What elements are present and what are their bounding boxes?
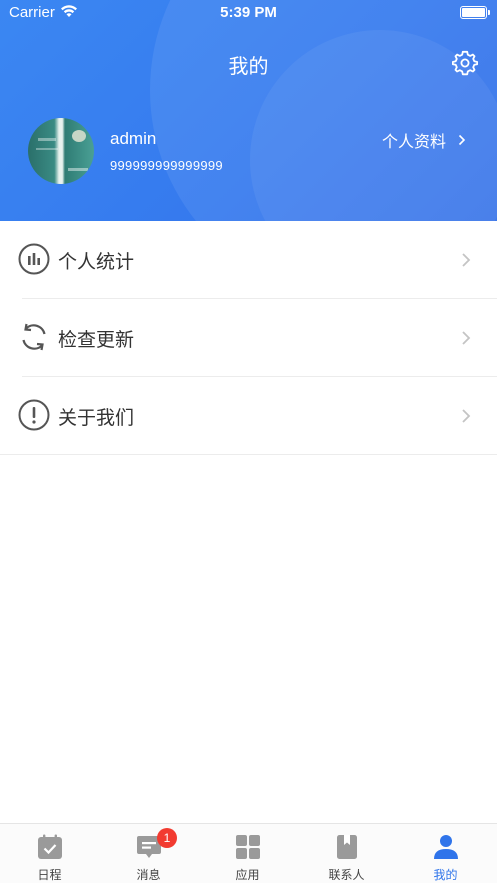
divider (0, 454, 497, 455)
tab-messages[interactable]: 1 消息 (99, 824, 198, 883)
refresh-icon (22, 323, 46, 351)
tab-label: 消息 (136, 868, 161, 882)
apps-grid-icon (236, 835, 260, 859)
tab-schedule[interactable]: 日程 (0, 824, 99, 883)
menu-item-label: 关于我们 (58, 407, 135, 429)
bar-chart-circle-icon (18, 243, 50, 275)
unread-badge: 1 (157, 828, 177, 848)
profile-link-label: 个人资料 (382, 132, 447, 151)
menu-item-label: 个人统计 (58, 251, 135, 273)
page-title: 我的 (228, 54, 269, 78)
menu-item-statistics[interactable]: 个人统计 (0, 221, 497, 299)
calendar-check-icon (38, 834, 62, 859)
tab-apps[interactable]: 应用 (198, 824, 297, 883)
profile-header: Carrier 5:39 PM 我的 admin 999999999999999… (0, 0, 497, 221)
user-id: 999999999999999 (110, 158, 223, 173)
tab-mine[interactable]: 我的 (396, 824, 495, 883)
settings-gear-icon[interactable] (452, 50, 478, 76)
username: admin (110, 129, 157, 148)
contacts-book-icon (337, 835, 357, 859)
chevron-right-icon (462, 331, 471, 345)
settings-menu: 个人统计 检查更新 关于我们 (0, 221, 497, 455)
chevron-right-icon (458, 134, 466, 146)
bottom-tab-bar: 日程 1 消息 应用 联系人 我的 (0, 823, 497, 883)
info-exclamation-icon (18, 399, 50, 431)
person-icon (434, 835, 458, 859)
tab-label: 应用 (235, 868, 260, 882)
menu-item-check-update[interactable]: 检查更新 (0, 299, 497, 377)
tab-label: 日程 (37, 868, 62, 882)
avatar[interactable] (28, 118, 94, 184)
tab-contacts[interactable]: 联系人 (297, 824, 396, 883)
status-time: 5:39 PM (220, 4, 277, 21)
battery-icon (460, 6, 490, 19)
chevron-right-icon (462, 409, 471, 423)
status-bar: Carrier 5:39 PM (0, 0, 497, 26)
tab-label: 联系人 (328, 868, 365, 882)
menu-item-about-us[interactable]: 关于我们 (0, 377, 497, 455)
chevron-right-icon (462, 253, 471, 267)
tab-label: 我的 (433, 868, 458, 882)
menu-item-label: 检查更新 (58, 329, 135, 351)
profile-details-link[interactable]: 个人资料 (382, 128, 466, 152)
